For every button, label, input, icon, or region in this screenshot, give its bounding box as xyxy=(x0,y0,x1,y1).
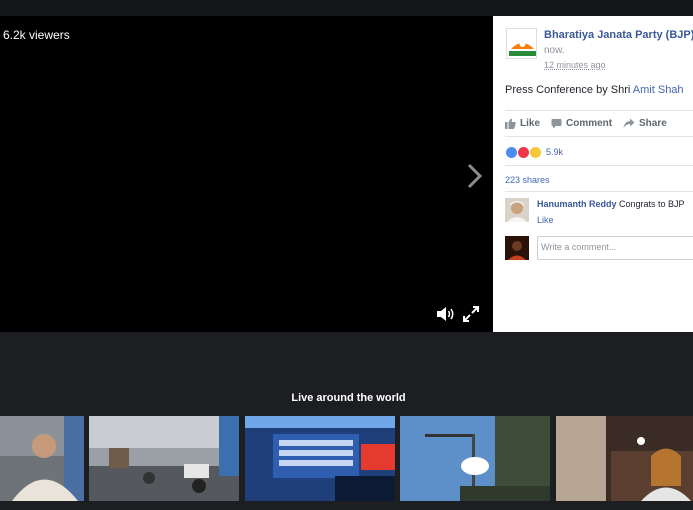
comment-body: Congrats to BJP xyxy=(619,199,685,209)
share-icon xyxy=(623,118,635,128)
reaction-icons[interactable] xyxy=(505,146,542,159)
live-thumbnail[interactable] xyxy=(0,416,84,501)
share-count[interactable]: 223 shares xyxy=(505,175,550,185)
divider xyxy=(505,165,693,166)
comment-button[interactable]: Comment xyxy=(551,118,612,129)
post-text: Press Conference by Shri Amit Shah xyxy=(505,84,684,96)
comment-input[interactable]: Write a comment... xyxy=(537,236,693,260)
live-thumbnail[interactable] xyxy=(556,416,693,501)
viewer-count: 6.2k viewers xyxy=(3,28,70,42)
comment-text: Hanumanth Reddy Congrats to BJP xyxy=(537,199,685,209)
next-arrow-icon[interactable] xyxy=(463,161,485,191)
live-thumbnail[interactable] xyxy=(400,416,550,501)
live-thumbnail[interactable] xyxy=(89,416,239,501)
thumbs-up-icon xyxy=(505,118,516,129)
post-text-prefix: Press Conference by Shri xyxy=(505,84,633,96)
like-button[interactable]: Like xyxy=(505,118,540,129)
post-timestamp[interactable]: 12 minutes ago xyxy=(544,60,606,70)
post-panel: Bharatiya Janata Party (BJP) now. 12 min… xyxy=(493,16,693,332)
comment-icon xyxy=(551,119,562,129)
volume-icon[interactable] xyxy=(436,306,456,322)
divider xyxy=(505,110,693,111)
share-button[interactable]: Share xyxy=(623,118,667,129)
user-avatar xyxy=(505,236,529,260)
post-status: now. xyxy=(544,45,565,56)
comment-label: Comment xyxy=(566,118,613,129)
reaction-count[interactable]: 5.9k xyxy=(546,147,563,157)
page-logo[interactable] xyxy=(506,28,537,59)
divider xyxy=(505,191,693,192)
live-section-title: Live around the world xyxy=(291,392,406,404)
top-bar xyxy=(0,0,693,16)
page-name-link[interactable]: Bharatiya Janata Party (BJP) xyxy=(544,29,693,41)
wow-icon xyxy=(529,146,542,159)
mention-link[interactable]: Amit Shah xyxy=(633,84,684,96)
fullscreen-icon[interactable] xyxy=(462,305,480,323)
comment-author[interactable]: Hanumanth Reddy xyxy=(537,199,617,209)
share-label: Share xyxy=(639,118,667,129)
video-player[interactable]: 6.2k viewers xyxy=(0,16,493,332)
live-thumbnail[interactable] xyxy=(245,416,395,501)
commenter-avatar[interactable] xyxy=(505,198,529,222)
like-label: Like xyxy=(520,118,541,129)
divider xyxy=(505,136,693,137)
comment-like-link[interactable]: Like xyxy=(537,215,554,225)
